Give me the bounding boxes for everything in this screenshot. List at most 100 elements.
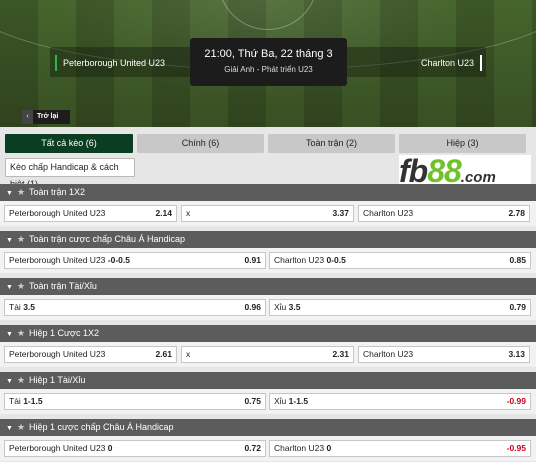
handicap-line: 3.5 (23, 302, 36, 312)
odds-cell[interactable]: Tài 3.5 0.96 (4, 299, 266, 316)
odds-cell[interactable]: Tài 1-1.5 0.75 (4, 393, 266, 410)
odds-cell[interactable]: Charlton U23 0 -0.95 (269, 440, 531, 457)
tab-main[interactable]: Chính (6) (137, 134, 264, 153)
market-section: ▼ ★ Toàn trận cược chấp Châu Á Handicap Pet… (0, 231, 536, 273)
selection-label: Charlton U23 (363, 208, 414, 218)
market-body: Tài 3.5 0.96 Xỉu 3.5 0.79 (0, 295, 536, 320)
selection-label: x (186, 349, 191, 359)
odds-cell[interactable]: Peterborough United U23 2.61 (4, 346, 177, 363)
caret-down-icon: ▼ (6, 331, 13, 338)
odds-value: 2.31 (332, 349, 349, 359)
tab-handicap[interactable]: Kèo chấp Handicap & cách biệt (1) (5, 158, 135, 189)
caret-down-icon: ▼ (6, 190, 13, 197)
back-button[interactable]: ‹ Trở lại (22, 110, 70, 124)
tab-half[interactable]: Hiệp (3) (399, 134, 526, 153)
market-title: Toàn trận 1X2 (29, 187, 86, 197)
caret-down-icon: ▼ (6, 237, 13, 244)
odds-value: 2.14 (155, 208, 172, 218)
odds-value: 0.72 (244, 443, 261, 453)
match-info-box: 21:00, Thứ Ba, 22 tháng 3 Giải Anh - Phá… (190, 38, 347, 86)
home-team-name: Peterborough United U23 (55, 55, 165, 71)
handicap-line: 0 (326, 443, 332, 453)
fb88-logo: fb88.com (399, 155, 531, 187)
match-time: 21:00, Thứ Ba, 22 tháng 3 (204, 48, 333, 60)
market-section: ▼ ★ Toàn trận 1X2 Peterborough United U23 2.… (0, 184, 536, 226)
caret-down-icon: ▼ (6, 425, 13, 432)
star-icon[interactable]: ★ (17, 328, 25, 338)
selection-label: Charlton U23 0 (274, 443, 332, 453)
market-header[interactable]: ▼ ★ Toàn trận 1X2 (0, 184, 536, 201)
odds-value: -0.95 (506, 443, 526, 453)
caret-down-icon: ▼ (6, 378, 13, 385)
selection-label: Xỉu 3.5 (274, 302, 301, 312)
selection-label: Tài 1-1.5 (9, 396, 43, 406)
market-title: Toàn trận cược chấp Châu Á Handicap (29, 234, 186, 244)
market-title: Hiệp 1 Cược 1X2 (29, 328, 99, 338)
odds-value: 2.61 (155, 349, 172, 359)
away-team-name: Charlton U23 (421, 55, 482, 71)
odds-cell[interactable]: x 3.37 (181, 205, 354, 222)
selection-label: Peterborough United U23 (9, 208, 106, 218)
market-body: Peterborough United U23 2.14 x 3.37 Charlton… (0, 201, 536, 226)
odds-cell[interactable]: Charlton U23 2.78 (358, 205, 530, 222)
star-icon[interactable]: ★ (17, 234, 25, 244)
odds-cell[interactable]: Xỉu 1-1.5 -0.99 (269, 393, 531, 410)
market-title: Toàn trận Tài/Xỉu (29, 281, 97, 291)
odds-value: 3.13 (508, 349, 525, 359)
market-title: Hiệp 1 cược chấp Châu Á Handicap (29, 422, 174, 432)
market-section: ▼ ★ Hiệp 1 Cược 1X2 Peterborough United U23… (0, 325, 536, 367)
odds-cell[interactable]: Peterborough United U23 0 0.72 (4, 440, 266, 457)
selection-label: Peterborough United U23 -0-0.5 (9, 255, 130, 265)
odds-cell[interactable]: Peterborough United U23 2.14 (4, 205, 177, 222)
selection-label: Tài 3.5 (9, 302, 36, 312)
star-icon[interactable]: ★ (17, 187, 25, 197)
odds-cell[interactable]: Xỉu 3.5 0.79 (269, 299, 531, 316)
odds-value: 0.75 (244, 396, 261, 406)
caret-down-icon: ▼ (6, 284, 13, 291)
tab-full-match[interactable]: Toàn trận (2) (268, 134, 395, 153)
odds-value: 0.85 (509, 255, 526, 265)
odds-value: 3.37 (332, 208, 349, 218)
odds-value: 0.96 (244, 302, 261, 312)
market-header[interactable]: ▼ ★ Hiệp 1 cược chấp Châu Á Handicap (0, 419, 536, 436)
star-icon[interactable]: ★ (17, 281, 25, 291)
odds-cell[interactable]: x 2.31 (181, 346, 354, 363)
selection-label: Xỉu 1-1.5 (274, 396, 309, 406)
odds-value: -0.99 (506, 396, 526, 406)
selection-label: Charlton U23 (363, 349, 414, 359)
market-header[interactable]: ▼ ★ Hiệp 1 Tài/Xỉu (0, 372, 536, 389)
market-section: ▼ ★ Hiệp 1 Tài/Xỉu Tài 1-1.5 0.75 Xỉu 1-1.5 -0… (0, 372, 536, 414)
odds-value: 2.78 (508, 208, 525, 218)
handicap-line: 1-1.5 (288, 396, 309, 406)
odds-cell[interactable]: Charlton U23 3.13 (358, 346, 530, 363)
tab-all[interactable]: Tất cả kèo (6) (5, 134, 133, 153)
market-section: ▼ ★ Toàn trận Tài/Xỉu Tài 3.5 0.96 Xỉu 3.5 0.7… (0, 278, 536, 320)
selection-label: Peterborough United U23 (9, 349, 106, 359)
match-header: Peterborough United U23 Charlton U23 21:… (0, 0, 536, 127)
selection-label: x (186, 208, 191, 218)
back-label: Trở lại (37, 113, 59, 120)
market-header[interactable]: ▼ ★ Hiệp 1 Cược 1X2 (0, 325, 536, 342)
handicap-line: 0 (107, 443, 113, 453)
handicap-line: 0-0.5 (326, 255, 346, 265)
handicap-line: -0-0.5 (107, 255, 130, 265)
odds-value: 0.79 (509, 302, 526, 312)
market-title: Hiệp 1 Tài/Xỉu (29, 375, 86, 385)
market-body: Peterborough United U23 2.61 x 2.31 Charlton… (0, 342, 536, 367)
market-section: ▼ ★ Hiệp 1 cược chấp Châu Á Handicap Peterb… (0, 419, 536, 461)
market-body: Peterborough United U23 0 0.72 Charlton U2… (0, 436, 536, 461)
market-header[interactable]: ▼ ★ Toàn trận cược chấp Châu Á Handicap (0, 231, 536, 248)
star-icon[interactable]: ★ (17, 422, 25, 432)
chevron-left-icon: ‹ (22, 110, 33, 124)
market-body: Tài 1-1.5 0.75 Xỉu 1-1.5 -0.99 (0, 389, 536, 414)
handicap-line: 1-1.5 (23, 396, 43, 406)
odds-cell[interactable]: Peterborough United U23 -0-0.5 0.91 (4, 252, 266, 269)
star-icon[interactable]: ★ (17, 375, 25, 385)
odds-cell[interactable]: Charlton U23 0-0.5 0.85 (269, 252, 531, 269)
league-name: Giải Anh - Phát triển U23 (224, 65, 313, 74)
handicap-line: 3.5 (288, 302, 301, 312)
selection-label: Charlton U23 0-0.5 (274, 255, 346, 265)
market-body: Peterborough United U23 -0-0.5 0.91 Charlt… (0, 248, 536, 273)
market-header[interactable]: ▼ ★ Toàn trận Tài/Xỉu (0, 278, 536, 295)
odds-value: 0.91 (244, 255, 261, 265)
